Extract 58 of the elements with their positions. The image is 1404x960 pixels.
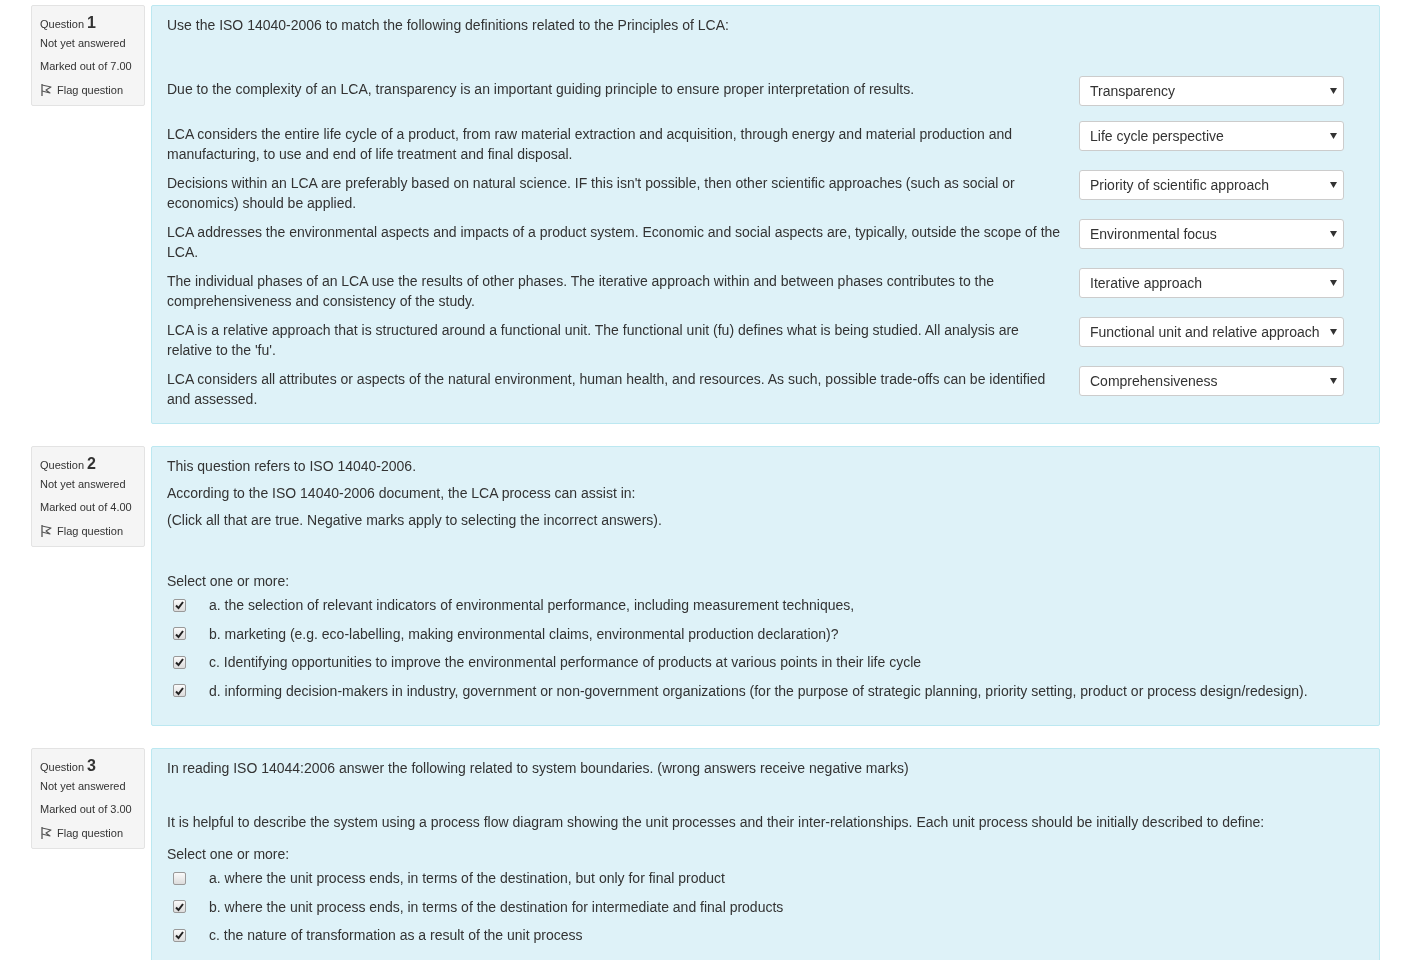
option-label: b. marketing (e.g. eco-labelling, making environmental claims, environmental production declaration)? <box>209 624 839 644</box>
question-marks: Marked out of 3.00 <box>40 802 133 817</box>
flag-icon <box>40 82 52 97</box>
question-text: This question refers to ISO 14040-2006. <box>167 457 418 476</box>
answer-dropdown[interactable]: Priority of scientific approach <box>1079 170 1344 200</box>
answer-dropdown[interactable]: Iterative approach <box>1079 268 1344 298</box>
caret-icon <box>1330 133 1337 139</box>
caret-icon <box>1330 231 1337 237</box>
match-statement: The individual phases of an LCA use the results of other phases. The iterative approach within and between phases contributes to the comprehensiveness and consistency of the study. <box>167 272 996 311</box>
answer-dropdown[interactable]: Functional unit and relative approach <box>1079 317 1344 347</box>
option-label: a. the selection of relevant indicators of environmental performance, including measurement techniques, <box>209 596 855 615</box>
checkbox[interactable] <box>173 871 186 885</box>
caret-icon <box>1330 280 1337 286</box>
flag-question-link[interactable]: Flag question <box>40 821 136 844</box>
question-text: In reading ISO 14044:2006 answer the following related to system boundaries. (wrong answers receive negative marks) <box>167 759 910 778</box>
flag-question-link[interactable]: Flag question <box>40 519 136 542</box>
option-label: c. Identifying opportunities to improve the environmental performance of products at various points in their life cycle <box>209 653 922 672</box>
checkbox[interactable] <box>173 928 186 942</box>
option-label: b. where the unit process ends, in terms of the destination for intermediate and final products <box>209 897 784 917</box>
match-statement: LCA considers the entire life cycle of a product, from raw material extraction and acquisition, through energy and material production and manufacturing, to use and end of life treatment and final disposal. <box>167 125 1014 164</box>
answer-dropdown[interactable]: Transparency <box>1079 76 1344 106</box>
match-statement: Due to the complexity of an LCA, transparency is an important guiding principle to ensure proper interpretation of results. <box>167 80 916 99</box>
caret-icon <box>1330 378 1337 384</box>
checkbox[interactable] <box>173 684 186 697</box>
checkbox[interactable] <box>173 598 186 612</box>
option-label: a. where the unit process ends, in terms of the destination, but only for final product <box>209 869 725 888</box>
instruction-text: Select one or more: <box>167 572 291 591</box>
question-status: Not yet answered <box>40 779 127 794</box>
question-number: Question 1 <box>40 13 97 32</box>
flag-question-link[interactable]: Flag question <box>40 78 136 101</box>
checkbox[interactable] <box>173 655 186 669</box>
answer-dropdown[interactable]: Comprehensiveness <box>1079 366 1344 396</box>
flag-icon <box>40 523 52 538</box>
question-text: It is helpful to describe the system using a process flow diagram showing the unit processes and their inter-relationships. Each unit process should be initially described to define: <box>167 813 1266 832</box>
question-status: Not yet answered <box>40 477 127 492</box>
option-label: c. the nature of transformation as a result of the unit process <box>209 926 583 945</box>
checkbox[interactable] <box>173 627 186 640</box>
flag-icon <box>40 825 52 840</box>
match-statement: Decisions within an LCA are preferably based on natural science. IF this isn't possible, then other scientific approaches (such as social or economics) should be applied. <box>167 174 1016 213</box>
question-number: Question 2 <box>40 454 97 473</box>
question-marks: Marked out of 4.00 <box>40 500 133 515</box>
question-status: Not yet answered <box>40 36 127 51</box>
caret-icon <box>1330 182 1337 188</box>
question-number: Question 3 <box>40 756 97 775</box>
caret-icon <box>1330 329 1337 335</box>
question-marks: Marked out of 7.00 <box>40 59 133 74</box>
match-statement: LCA considers all attributes or aspects of the natural environment, human health, and resources. As such, possible trade-offs can be identified and assessed. <box>167 370 1047 409</box>
match-statement: LCA addresses the environmental aspects and impacts of a product system. Economic and social aspects are, typically, outside the scope of the LCA. <box>167 223 1062 262</box>
answer-dropdown[interactable]: Environmental focus <box>1079 219 1344 249</box>
match-statement: LCA is a relative approach that is structured around a functional unit. The functional unit (fu) defines what is being studied. All analysis are relative to the 'fu'. <box>167 321 1020 360</box>
question-text: (Click all that are true. Negative marks apply to selecting the incorrect answers). <box>167 511 663 530</box>
option-label: d. informing decision-makers in industry, government or non-government organizations (for the purpose of strategic planning, priority setting, product or process design/redesign). <box>209 681 1308 701</box>
question-text: Use the ISO 14040-2006 to match the following definitions related to the Principles of LCA: <box>167 16 730 35</box>
instruction-text: Select one or more: <box>167 845 291 864</box>
answer-dropdown[interactable]: Life cycle perspective <box>1079 121 1344 151</box>
caret-icon <box>1330 88 1337 94</box>
question-text: According to the ISO 14040-2006 document, the LCA process can assist in: <box>167 484 637 503</box>
checkbox[interactable] <box>173 900 186 913</box>
